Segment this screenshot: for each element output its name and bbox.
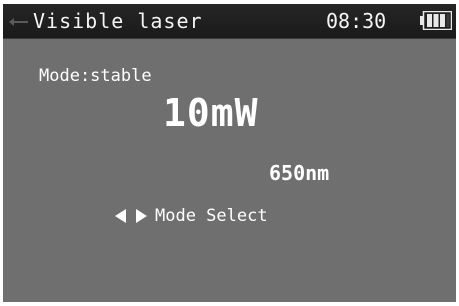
wavelength-readout: 650nm xyxy=(269,161,330,185)
title-bar: Visible laser 08:30 xyxy=(3,4,456,39)
page-title: Visible laser xyxy=(33,9,203,33)
mode-select-label: Mode Select xyxy=(155,206,268,226)
power-readout: 10mW xyxy=(163,91,259,135)
back-arrow-icon[interactable] xyxy=(9,17,29,27)
left-right-arrows-icon xyxy=(115,209,147,223)
clock-time: 08:30 xyxy=(326,9,387,33)
mode-select-control[interactable]: Mode Select xyxy=(115,204,268,228)
battery-icon xyxy=(420,11,452,30)
mode-status: Mode:stable xyxy=(39,66,152,86)
device-screen: Visible laser 08:30 Mode:stable 10mW 650… xyxy=(3,4,456,302)
